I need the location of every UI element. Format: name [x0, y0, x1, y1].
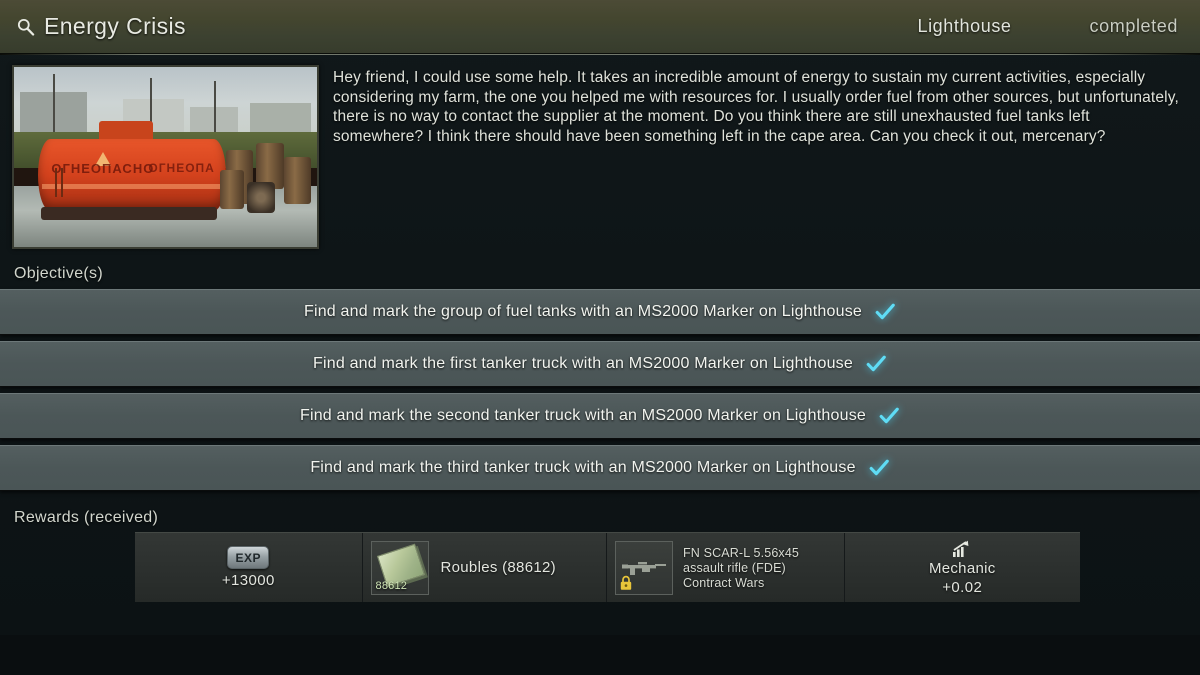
magnifier-icon — [16, 17, 35, 36]
item-name-line-2: assault rifle (FDE) — [683, 560, 786, 575]
page-title: Energy Crisis — [44, 13, 186, 39]
reward-exp[interactable]: EXP +13000 — [135, 533, 363, 602]
trader-standing-value: +0.02 — [942, 578, 983, 596]
quest-description: Hey friend, I could use some help. It ta… — [333, 69, 1179, 145]
rewards-label: Rewards (received) — [14, 509, 159, 526]
objective-content: Find and mark the first tanker truck wit… — [313, 353, 887, 375]
image-barrel — [220, 169, 245, 210]
objective-text: Find and mark the group of fuel tanks wi… — [303, 303, 863, 320]
image-tanker-text: ОГНЕОПАСНО — [51, 160, 155, 176]
quest-header: Energy Crisis Lighthouse completed — [0, 0, 1200, 55]
image-barrel — [283, 157, 311, 204]
item-slot — [615, 540, 673, 595]
reward-exp-value: +13000 — [221, 572, 275, 589]
objective-content: Find and mark the second tanker truck wi… — [300, 405, 900, 427]
objective-row[interactable]: Find and mark the group of fuel tanks wi… — [0, 289, 1200, 335]
quest-screen: Energy Crisis Lighthouse completed ОГНЕО… — [0, 0, 1200, 675]
image-wheel — [247, 182, 275, 213]
bottom-filler — [0, 635, 1200, 675]
objective-content: Find and mark the third tanker truck wit… — [310, 457, 889, 479]
rewards-list: EXP +13000 88612 Roubles (88612) FN SCAR… — [135, 532, 1080, 602]
money-slot: 88612 — [370, 540, 429, 595]
quest-location: Lighthouse — [917, 16, 1012, 36]
image-pole — [213, 81, 216, 136]
money-stack-count: 88612 — [375, 579, 408, 592]
objective-row[interactable]: Find and mark the second tanker truck wi… — [0, 393, 1200, 439]
objectives-list: Find and mark the group of fuel tanks wi… — [0, 289, 1200, 497]
reward-money[interactable]: 88612 Roubles (88612) — [363, 533, 607, 602]
header-left-group: Energy Crisis — [0, 13, 917, 40]
image-fuel-tanker: ОГНЕОПАСНО ОГНЕОПА — [38, 139, 227, 211]
trader-name: Mechanic — [928, 559, 996, 577]
image-ladder — [55, 167, 63, 197]
item-name-line-3: Contract Wars — [683, 575, 765, 590]
exp-badge-label: EXP — [235, 550, 261, 565]
check-icon — [878, 405, 900, 427]
image-tanker-stripe — [41, 183, 223, 189]
objective-row[interactable]: Find and mark the third tanker truck wit… — [0, 445, 1200, 491]
exp-badge-icon: EXP — [227, 546, 270, 569]
quest-intro: ОГНЕОПАСНО ОГНЕОПА Hey friend, I could u… — [0, 55, 1200, 249]
objective-text: Find and mark the second tanker truck wi… — [299, 407, 866, 424]
quest-image-art: ОГНЕОПАСНО ОГНЕОПА — [14, 67, 317, 247]
item-name-line-1: FN SCAR-L 5.56x45 — [683, 545, 800, 560]
reward-item[interactable]: FN SCAR-L 5.56x45 assault rifle (FDE) Co… — [607, 533, 845, 602]
check-icon — [868, 457, 890, 479]
reward-trader-standing[interactable]: Mechanic +0.02 — [845, 533, 1080, 602]
objectives-label: Objective(s) — [14, 265, 103, 282]
check-icon — [865, 353, 887, 375]
image-chassis — [41, 207, 217, 220]
item-description: FN SCAR-L 5.56x45 assault rifle (FDE) Co… — [683, 546, 799, 590]
objective-content: Find and mark the group of fuel tanks wi… — [304, 301, 896, 323]
quest-image: ОГНЕОПАСНО ОГНЕОПА — [12, 65, 319, 249]
reward-money-label: Roubles (88612) — [440, 559, 556, 576]
header-right-group: Lighthouse completed — [917, 16, 1200, 37]
image-tanker-text-side: ОГНЕОПА — [148, 160, 215, 175]
status-badge: completed — [1089, 16, 1178, 36]
objective-text: Find and mark the third tanker truck wit… — [310, 459, 856, 476]
objective-row[interactable]: Find and mark the first tanker truck wit… — [0, 341, 1200, 387]
lock-icon — [619, 575, 633, 591]
objective-text: Find and mark the first tanker truck wit… — [313, 355, 853, 372]
check-icon — [874, 301, 896, 323]
image-pole — [53, 74, 56, 139]
standing-increase-icon — [952, 540, 972, 558]
